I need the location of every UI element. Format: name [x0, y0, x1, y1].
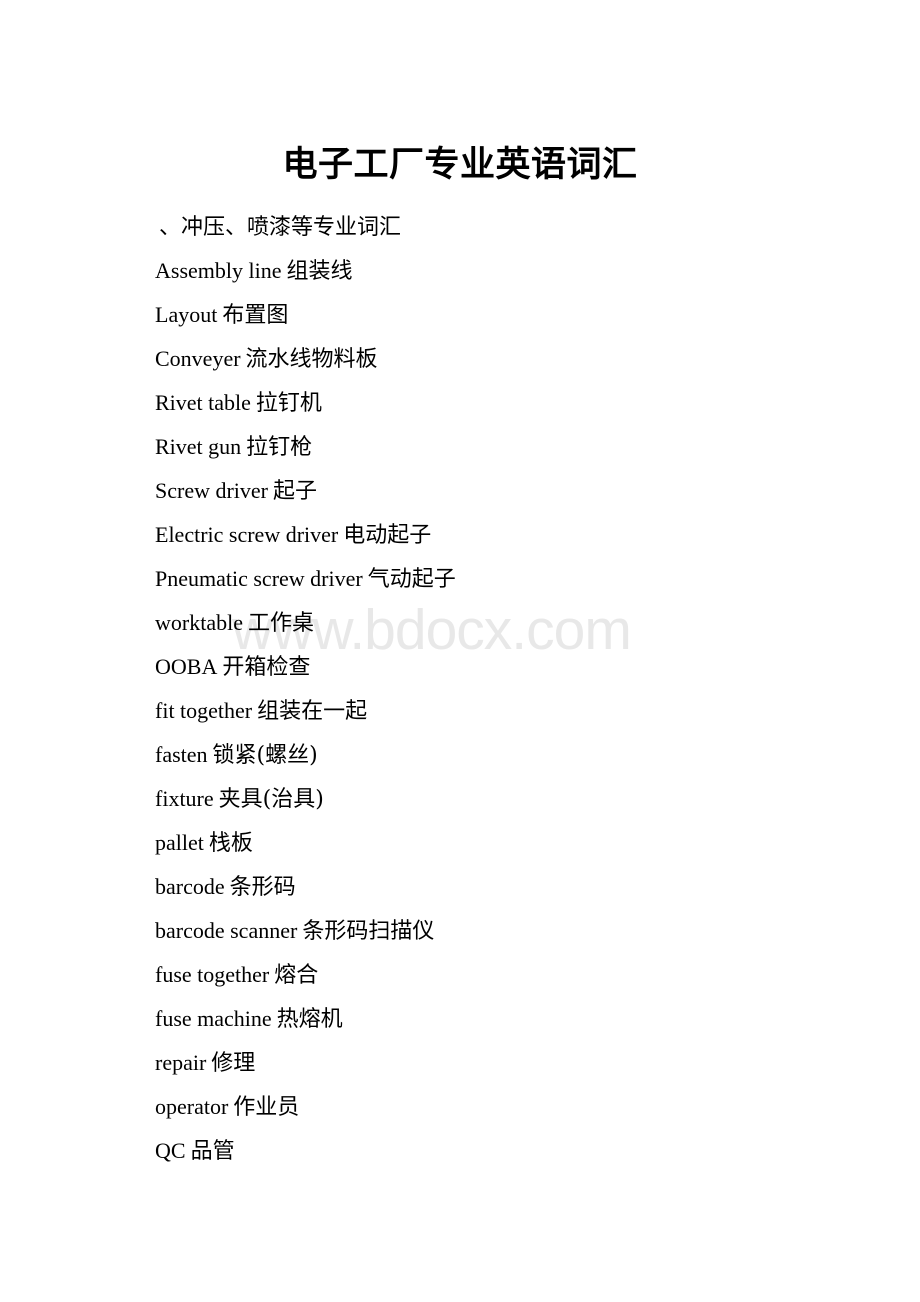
- entry-term: Conveyer: [155, 346, 241, 371]
- vocabulary-entry: fixture 夹具(治具): [155, 777, 875, 821]
- entry-translation: 品管: [190, 1139, 235, 1164]
- entry-term: fixture: [155, 786, 214, 811]
- entry-translation: 电动起子: [343, 523, 432, 548]
- entry-translation: 修理: [211, 1051, 256, 1076]
- vocabulary-entry: pallet 栈板: [155, 821, 875, 865]
- entry-translation: 流水线物料板: [245, 347, 378, 372]
- entry-translation: 拉钉机: [255, 391, 322, 416]
- entry-term: fuse together: [155, 962, 270, 987]
- vocabulary-entry: barcode scanner 条形码扫描仪: [155, 909, 875, 953]
- vocabulary-entry: QC 品管: [155, 1129, 875, 1173]
- vocabulary-entry: fuse together 熔合: [155, 953, 875, 997]
- entry-term: repair: [155, 1050, 207, 1075]
- entry-term: operator: [155, 1094, 229, 1119]
- vocabulary-entry: Rivet gun 拉钉枪: [155, 425, 875, 469]
- vocabulary-entry: operator 作业员: [155, 1085, 875, 1129]
- entry-translation: 拉钉枪: [246, 435, 313, 460]
- entry-term: Electric screw driver: [155, 522, 339, 547]
- vocabulary-entry: Screw driver 起子: [155, 469, 875, 513]
- vocabulary-entry: Assembly line 组装线: [155, 249, 875, 293]
- entry-term: Screw driver: [155, 478, 269, 503]
- entry-translation: 组装在一起: [257, 699, 368, 724]
- vocabulary-entry: barcode 条形码: [155, 865, 875, 909]
- page-title: 电子工厂专业英语词汇: [282, 145, 638, 185]
- entry-translation: 夹具(治具): [218, 787, 324, 812]
- entry-term: OOBA: [155, 654, 218, 679]
- entry-term: Layout: [155, 302, 218, 327]
- entry-translation: 组装线: [286, 259, 353, 284]
- entry-term: Assembly line: [155, 258, 282, 283]
- entry-term: QC: [155, 1138, 186, 1163]
- section-heading: 、冲压、喷漆等专业词汇: [155, 205, 875, 249]
- vocabulary-entry: repair 修理: [155, 1041, 875, 1085]
- entry-translation: 熔合: [274, 963, 319, 988]
- entry-translation: 栈板: [208, 831, 253, 856]
- document-page: www.bdocx.com 电子工厂专业英语词汇 、冲压、喷漆等专业词汇 Ass…: [0, 0, 920, 1302]
- vocabulary-entry: Pneumatic screw driver 气动起子: [155, 557, 875, 601]
- vocabulary-entry: fasten 锁紧(螺丝): [155, 733, 875, 777]
- vocabulary-entry: OOBA 开箱检查: [155, 645, 875, 689]
- entry-translation: 条形码: [229, 875, 296, 900]
- entry-term: barcode: [155, 874, 225, 899]
- vocabulary-entry: fit together 组装在一起: [155, 689, 875, 733]
- entry-translation: 条形码扫描仪: [302, 919, 435, 944]
- entry-translation: 热熔机: [276, 1007, 343, 1032]
- entry-translation: 起子: [273, 479, 318, 504]
- entry-translation: 开箱检查: [222, 655, 311, 680]
- entry-term: fit together: [155, 698, 253, 723]
- vocabulary-entry: worktable 工作桌: [155, 601, 875, 645]
- vocabulary-entry: Electric screw driver 电动起子: [155, 513, 875, 557]
- entry-term: worktable: [155, 610, 243, 635]
- vocabulary-entry: Conveyer 流水线物料板: [155, 337, 875, 381]
- entry-translation: 作业员: [233, 1095, 300, 1120]
- entry-term: pallet: [155, 830, 204, 855]
- entry-term: Rivet gun: [155, 434, 242, 459]
- entry-translation: 气动起子: [367, 567, 456, 592]
- entry-term: fasten: [155, 742, 208, 767]
- entry-translation: 锁紧(螺丝): [212, 743, 318, 768]
- vocabulary-entry: Rivet table 拉钉机: [155, 381, 875, 425]
- entry-term: fuse machine: [155, 1006, 272, 1031]
- entry-translation: 布置图: [222, 303, 289, 328]
- vocabulary-entry: Layout 布置图: [155, 293, 875, 337]
- entry-translation: 工作桌: [247, 611, 314, 636]
- entry-term: Rivet table: [155, 390, 251, 415]
- vocabulary-entry: fuse machine 热熔机: [155, 997, 875, 1041]
- entry-term: Pneumatic screw driver: [155, 566, 363, 591]
- section-heading-text: 、冲压、喷漆等专业词汇: [159, 215, 402, 240]
- vocabulary-list: 、冲压、喷漆等专业词汇 Assembly line 组装线 Layout 布置图 C…: [155, 205, 875, 1173]
- entry-term: barcode scanner: [155, 918, 298, 943]
